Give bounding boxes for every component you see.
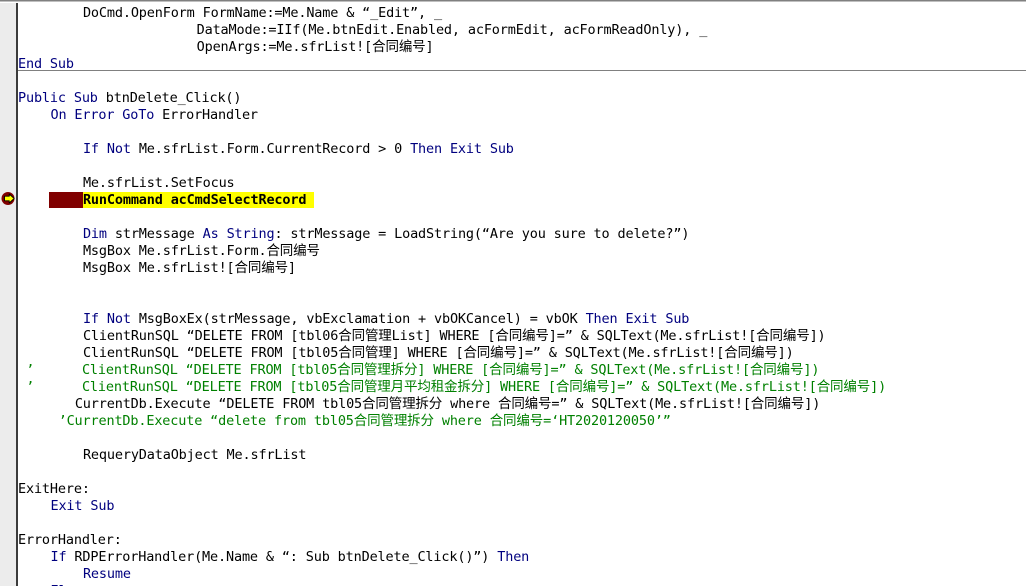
code-token: Then Exit Sub: [585, 311, 690, 327]
code-text-area[interactable]: DoCmd.OpenForm FormName:=Me.Name & “_Edi…: [18, 3, 1026, 586]
code-line[interactable]: Dim strMessage As String: strMessage = L…: [83, 226, 689, 243]
code-token: MsgBox Me.sfrList.Form.合同编号: [82, 243, 320, 259]
breakpoint-highlight-block: [48, 192, 83, 208]
code-token: OpenArgs:=Me.sfrList![合同编号]: [196, 39, 434, 55]
code-token: Dim: [82, 226, 115, 242]
current-statement-line-text[interactable]: RunCommand acCmdSelectRecord: [83, 192, 307, 208]
code-token: DoCmd.OpenForm FormName:=Me.Name & “_Edi…: [82, 5, 442, 21]
code-line[interactable]: ’ ClientRunSQL “DELETE FROM [tbl05合同管理月平…: [26, 379, 886, 396]
code-line[interactable]: On Error GoTo ErrorHandler: [50, 107, 258, 124]
code-line[interactable]: If Not Me.sfrList.Form.CurrentRecord > 0…: [83, 141, 514, 158]
current-statement-arrow-icon[interactable]: [1, 191, 16, 206]
editor-margin-indicator-bar[interactable]: [0, 3, 16, 586]
code-token: Public Sub: [18, 90, 106, 106]
code-token: ClientRunSQL “DELETE FROM [tbl05合同管理] WH…: [82, 345, 794, 361]
code-token: ’CurrentDb.Execute “delete from tbl05合同管…: [58, 413, 671, 429]
code-token: Me.sfrList.SetFocus: [82, 175, 235, 191]
code-line[interactable]: Me.sfrList.SetFocus: [83, 175, 235, 192]
code-token: CurrentDb.Execute “DELETE FROM tbl05合同管理…: [74, 396, 821, 412]
code-token: RDPErrorHandler(Me.Name & “: Sub btnDele…: [74, 549, 498, 565]
code-token: On Error GoTo: [50, 107, 163, 123]
code-line[interactable]: If RDPErrorHandler(Me.Name & “: Sub btnD…: [50, 549, 529, 566]
code-line[interactable]: ExitHere:: [18, 481, 90, 498]
code-token: Then: [497, 549, 530, 565]
code-token: Resume: [82, 566, 131, 582]
code-line[interactable]: Exit Sub: [50, 498, 114, 515]
code-line[interactable]: DoCmd.OpenForm FormName:=Me.Name & “_Edi…: [83, 5, 442, 22]
code-token: ClientRunSQL “DELETE FROM [tbl06合同管理List…: [82, 328, 826, 344]
code-line[interactable]: ’CurrentDb.Execute “delete from tbl05合同管…: [59, 413, 671, 430]
code-token: ExitHere:: [18, 481, 90, 497]
code-token: ErrorHandler:: [18, 532, 122, 548]
code-line[interactable]: CurrentDb.Execute “DELETE FROM tbl05合同管理…: [75, 396, 820, 413]
procedure-separator-line: [18, 70, 1026, 71]
vba-code-editor-window: DoCmd.OpenForm FormName:=Me.Name & “_Edi…: [0, 0, 1026, 586]
code-line[interactable]: Resume: [83, 566, 131, 583]
code-token: If Not: [82, 141, 139, 157]
code-line[interactable]: MsgBox Me.sfrList.Form.合同编号: [83, 243, 320, 260]
code-line[interactable]: RequeryDataObject Me.sfrList: [82, 447, 307, 464]
code-token: If: [50, 549, 75, 565]
code-token: : strMessage = LoadString(“Are you sure …: [274, 226, 690, 242]
code-token: btnDelete_Click(): [105, 90, 242, 106]
code-line[interactable]: MsgBox Me.sfrList![合同编号]: [83, 260, 296, 277]
code-line[interactable]: ClientRunSQL “DELETE FROM [tbl05合同管理] WH…: [83, 345, 794, 362]
code-token: DataMode:=IIf(Me.btnEdit.Enabled, acForm…: [196, 22, 708, 38]
code-token: Then Exit Sub: [410, 141, 514, 157]
code-line[interactable]: ClientRunSQL “DELETE FROM [tbl06合同管理List…: [83, 328, 826, 345]
code-token: Me.sfrList.Form.CurrentRecord > 0: [138, 141, 411, 157]
code-line[interactable]: If Not MsgBoxEx(strMessage, vbExclamatio…: [83, 311, 689, 328]
code-token: If Not: [82, 311, 139, 327]
code-token: RequeryDataObject Me.sfrList: [82, 447, 307, 463]
code-token: Exit Sub: [50, 498, 115, 514]
code-line[interactable]: ’ ClientRunSQL “DELETE FROM [tbl05合同管理拆分…: [26, 362, 819, 379]
code-token: ErrorHandler: [162, 107, 258, 123]
code-token: ’ ClientRunSQL “DELETE FROM [tbl05合同管理月平…: [26, 379, 887, 395]
code-token: ’ ClientRunSQL “DELETE FROM [tbl05合同管理拆分…: [26, 362, 820, 378]
code-token: MsgBox Me.sfrList![合同编号]: [82, 260, 296, 276]
code-token: strMessage: [114, 226, 203, 242]
code-line[interactable]: DataMode:=IIf(Me.btnEdit.Enabled, acForm…: [197, 22, 708, 39]
code-line[interactable]: Public Sub btnDelete_Click(): [18, 90, 242, 107]
code-line[interactable]: ErrorHandler:: [18, 532, 122, 549]
code-token: As String: [202, 226, 275, 242]
code-line[interactable]: OpenArgs:=Me.sfrList![合同编号]: [197, 39, 434, 56]
code-token: MsgBoxEx(strMessage, vbExclamation + vbO…: [138, 311, 586, 327]
